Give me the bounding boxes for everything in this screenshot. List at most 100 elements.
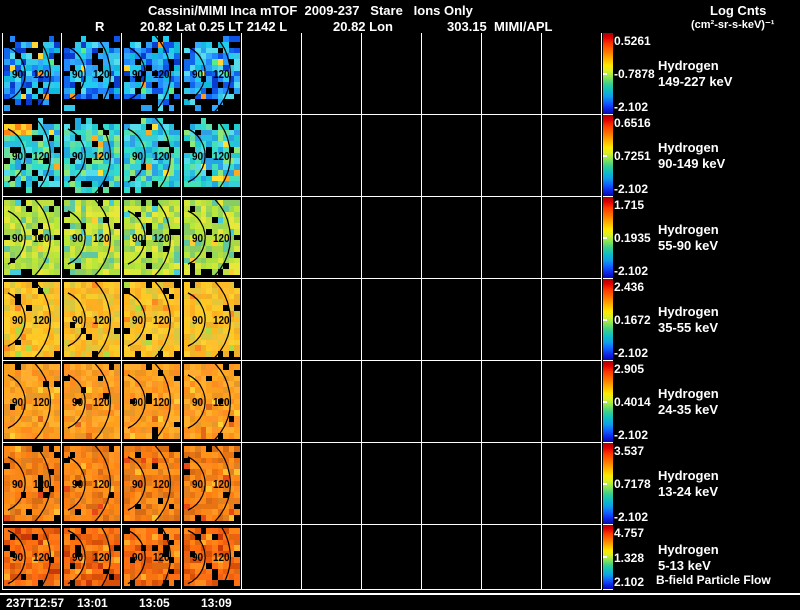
- colorbar-min-label: -2.102: [614, 428, 649, 442]
- grid-cell: [482, 279, 542, 361]
- heatmap-panel: [4, 36, 60, 111]
- colorbar-mid-label: -0.7878: [614, 67, 655, 81]
- heatmap-panel: [184, 36, 240, 111]
- log-counts-units-label: Log Cnts: [710, 3, 767, 18]
- grid-cell: [542, 361, 602, 443]
- grid-cell: [542, 33, 602, 115]
- grid-cell: [362, 361, 422, 443]
- channel-label: Hydrogen 90-149 keV: [658, 140, 726, 171]
- grid-cell: [242, 197, 302, 279]
- colorbar-max-label: 1.715: [614, 198, 645, 212]
- heatmap-panel: [64, 118, 120, 193]
- time-tick-label: 13:09: [201, 596, 232, 610]
- grid-cell: [362, 525, 422, 590]
- colorbar-mid-tick: [603, 154, 607, 157]
- time-axis-line: [0, 593, 800, 595]
- grid-cell: [362, 443, 422, 525]
- grid-cell: [362, 279, 422, 361]
- colorbar-max-label: 0.6516: [614, 116, 651, 130]
- ephemeris-lon-value: 303.15: [447, 19, 487, 34]
- heatmap-panel: [4, 200, 60, 275]
- colorbar-mid-tick: [603, 72, 607, 75]
- grid-cell: [482, 361, 542, 443]
- heatmap-panel: [4, 364, 60, 439]
- grid-cell: [542, 115, 602, 197]
- heatmap-panel: [184, 528, 240, 586]
- colorbar-min-label: 2.102: [614, 575, 645, 589]
- grid-cell: [302, 361, 362, 443]
- plot-title: Cassini/MIMI Inca mTOF 2009-237 Stare Io…: [148, 3, 473, 18]
- grid-cell: [482, 33, 542, 115]
- heatmap-panel: [184, 282, 240, 357]
- grid-cell: [242, 443, 302, 525]
- grid-cell: [542, 443, 602, 525]
- colorbar-mid-label: 0.1672: [614, 313, 651, 327]
- colorbar: [603, 33, 613, 590]
- channel-label: Hydrogen 5-13 keV: [658, 541, 719, 573]
- grid-cell: [422, 197, 482, 279]
- colorbar-mid-label: 1.328: [614, 550, 645, 565]
- grid-cell: [422, 525, 482, 590]
- grid-cell: [422, 33, 482, 115]
- heatmap-panel: [124, 118, 180, 193]
- colorbar-mid-label: 0.7178: [614, 477, 651, 491]
- heatmap-panel: [184, 118, 240, 193]
- grid-cell: [482, 525, 542, 590]
- grid-cell: [542, 525, 602, 590]
- heatmap-grid: [2, 33, 602, 590]
- colorbar-min-label: -2.102: [614, 346, 649, 360]
- bfield-particle-flow-label: B-field Particle Flow: [656, 573, 771, 587]
- heatmap-panel: [4, 118, 60, 193]
- colorbar-max-label: 0.5261: [614, 34, 651, 48]
- grid-cell: [242, 115, 302, 197]
- colorbar-min-label: -2.102: [614, 510, 649, 524]
- heatmap-panel: [4, 446, 60, 521]
- heatmap-panel: [124, 36, 180, 111]
- colorbar-segment: [603, 443, 613, 525]
- colorbar-min-label: -2.102: [614, 264, 649, 278]
- colorbar-segment: [603, 361, 613, 443]
- grid-cell: [242, 525, 302, 590]
- time-tick-label: 237T12:57: [6, 596, 65, 610]
- grid-cell: [242, 361, 302, 443]
- heatmap-panel: [64, 528, 120, 586]
- heatmap-panel: [64, 282, 120, 357]
- grid-cell: [422, 361, 482, 443]
- colorbar-mid-tick: [603, 556, 607, 558]
- grid-cell: [422, 443, 482, 525]
- colorbar-segment: [603, 33, 613, 115]
- time-tick-label: 13:01: [77, 596, 108, 610]
- grid-cell: [242, 33, 302, 115]
- grid-cell: [302, 279, 362, 361]
- grid-cell: [542, 279, 602, 361]
- heatmap-panel: [124, 200, 180, 275]
- heatmap-panel: [4, 528, 60, 586]
- grid-cell: [362, 115, 422, 197]
- heatmap-panel: [124, 446, 180, 521]
- grid-cell: [482, 115, 542, 197]
- grid-cell: [302, 115, 362, 197]
- grid-cell: [302, 525, 362, 590]
- colorbar-mid-tick: [603, 400, 607, 403]
- colorbar-segment: [603, 197, 613, 279]
- log-counts-units-formula: (cm²-sr-s-keV)⁻¹: [691, 19, 775, 31]
- colorbar-segment: [603, 525, 613, 590]
- heatmap-panel: [64, 364, 120, 439]
- heatmap-panel: [184, 364, 240, 439]
- heatmap-panel: [4, 282, 60, 357]
- grid-cell: [302, 33, 362, 115]
- colorbar-min-label: -2.102: [614, 182, 649, 196]
- instrument-label: MIMI/APL: [494, 19, 553, 34]
- channel-label: Hydrogen 35-55 keV: [658, 304, 719, 335]
- grid-cell: [422, 279, 482, 361]
- grid-cell: [482, 443, 542, 525]
- heatmap-panel: [124, 282, 180, 357]
- colorbar-mid-tick: [603, 482, 607, 485]
- colorbar-mid-label: 0.1935: [614, 231, 651, 245]
- channel-label: Hydrogen 13-24 keV: [658, 468, 719, 499]
- channel-label: Hydrogen 55-90 keV: [658, 222, 719, 253]
- grid-cell: [482, 197, 542, 279]
- grid-cell: [302, 443, 362, 525]
- ephemeris-lon-label: 20.82 Lon: [333, 19, 393, 34]
- heatmap-panel: [124, 364, 180, 439]
